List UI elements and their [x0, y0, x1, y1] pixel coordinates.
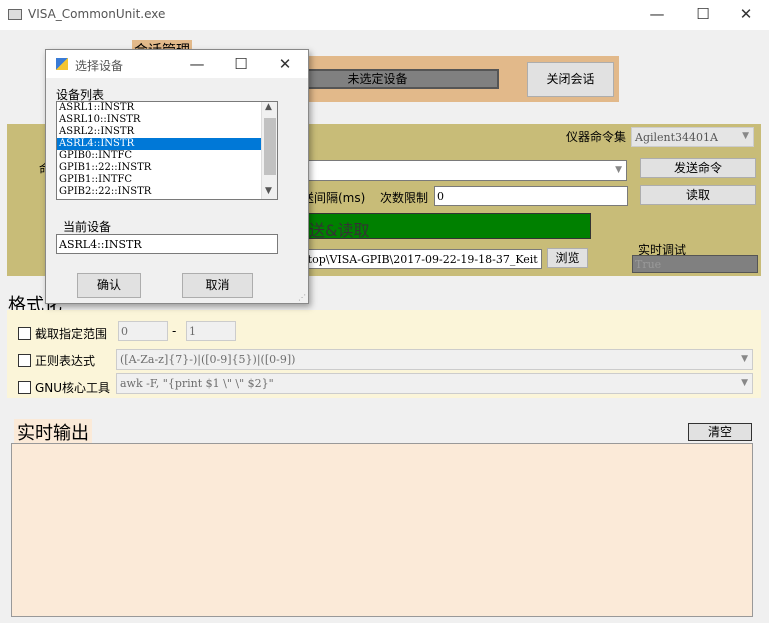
gnu-value: awk -F, "{print $1 \" \" $2}"	[120, 377, 274, 390]
range-separator: -	[172, 324, 177, 338]
regex-checkbox[interactable]	[18, 354, 31, 367]
realtime-debug-field[interactable]: True	[632, 255, 758, 273]
regex-value: ([A-Za-z]{7}-)|([0-9]{5})|([0-9])	[120, 353, 296, 366]
close-button[interactable]: ✕	[723, 0, 769, 30]
command-input[interactable]: ▼	[300, 160, 627, 181]
select-device-dialog: 选择设备 — ☐ ✕ 设备列表 ASRL1::INSTR ASRL10::INST…	[45, 49, 309, 304]
regex-select[interactable]: ([A-Za-z]{7}-)|([0-9]{5})|([0-9]) ▼	[116, 349, 753, 370]
dialog-title-bar: 选择设备 — ☐ ✕	[46, 50, 308, 78]
title-bar: VISA_CommonUnit.exe — ☐ ✕	[0, 0, 769, 30]
device-list-item[interactable]: GPIB1::22::INSTR	[57, 162, 277, 174]
app-icon	[8, 9, 22, 20]
chevron-down-icon: ▼	[615, 165, 622, 175]
range-end-input[interactable]: 1	[186, 321, 236, 341]
range-start-value: 0	[121, 325, 128, 338]
browse-button[interactable]: 浏览	[547, 248, 588, 268]
resize-grip-icon[interactable]: ⋰	[298, 293, 306, 302]
chevron-down-icon: ▼	[742, 131, 749, 141]
gnu-label: GNU核心工具	[35, 381, 111, 395]
scroll-down-icon[interactable]: ▼	[265, 186, 272, 196]
scroll-up-icon[interactable]: ▲	[265, 102, 272, 112]
gnu-select[interactable]: awk -F, "{print $1 \" \" $2}" ▼	[116, 373, 753, 394]
range-label: 截取指定范围	[35, 327, 108, 341]
send-command-button[interactable]: 发送命令	[640, 158, 756, 178]
window-title: VISA_CommonUnit.exe	[28, 7, 166, 21]
send-read-label: 送&读取	[309, 221, 370, 240]
dialog-app-icon	[56, 58, 68, 70]
output-textarea[interactable]	[11, 443, 753, 617]
output-heading: 实时输出	[14, 419, 92, 445]
close-session-button[interactable]: 关闭会话	[527, 62, 614, 97]
device-list-item[interactable]: GPIB0::INTFC	[57, 150, 277, 162]
count-limit-input[interactable]: 0	[434, 186, 628, 206]
instrument-set-select[interactable]: Agilent34401A ▼	[631, 127, 754, 147]
regex-label: 正则表达式	[35, 354, 96, 368]
minimize-button[interactable]: —	[634, 0, 680, 30]
range-checkbox[interactable]	[18, 327, 31, 340]
count-limit-value: 0	[437, 190, 444, 203]
device-list-item[interactable]: ASRL4::INSTR	[57, 138, 277, 150]
device-list-item[interactable]: ASRL10::INSTR	[57, 114, 277, 126]
confirm-button[interactable]: 确认	[77, 273, 141, 298]
current-device-label: 当前设备	[63, 220, 112, 234]
gnu-checkbox[interactable]	[18, 381, 31, 394]
chevron-down-icon: ▼	[741, 378, 748, 388]
cancel-button[interactable]: 取消	[182, 273, 253, 298]
device-list-item[interactable]: GPIB1::INTFC	[57, 174, 277, 186]
scrollbar[interactable]: ▲ ▼	[261, 102, 277, 199]
device-list-item[interactable]: GPIB2::22::INSTR	[57, 186, 277, 198]
dialog-close-button[interactable]: ✕	[262, 50, 308, 78]
read-button[interactable]: 读取	[640, 185, 756, 205]
realtime-debug-value: True	[635, 258, 662, 271]
instrument-set-label: 仪器命令集	[566, 130, 627, 144]
range-start-input[interactable]: 0	[118, 321, 168, 341]
instrument-set-value: Agilent34401A	[635, 131, 718, 144]
chevron-down-icon: ▼	[741, 354, 748, 364]
current-device-input[interactable]: ASRL4::INSTR	[56, 234, 278, 254]
current-device-value: ASRL4::INSTR	[59, 238, 142, 251]
path-value: ktop\VISA-GPIB\2017-09-22-19-18-37_Keit	[301, 253, 538, 266]
device-list-item[interactable]: ASRL1::INSTR	[57, 102, 277, 114]
send-read-button[interactable]: 送&读取	[298, 213, 591, 240]
path-input[interactable]: ktop\VISA-GPIB\2017-09-22-19-18-37_Keit	[298, 249, 542, 269]
dialog-maximize-button[interactable]: ☐	[218, 50, 264, 78]
dialog-minimize-button[interactable]: —	[174, 50, 220, 78]
device-list-item[interactable]: ASRL2::INSTR	[57, 126, 277, 138]
maximize-button[interactable]: ☐	[680, 0, 726, 30]
count-limit-label: 次数限制	[380, 191, 429, 205]
clear-button[interactable]: 清空	[688, 423, 752, 441]
device-list[interactable]: ASRL1::INSTR ASRL10::INSTR ASRL2::INSTR ASR…	[56, 101, 278, 200]
send-interval-label: 送间隔(ms)	[302, 191, 366, 205]
range-end-value: 1	[189, 325, 196, 338]
scroll-thumb[interactable]	[264, 118, 276, 175]
dialog-title: 选择设备	[75, 59, 124, 73]
